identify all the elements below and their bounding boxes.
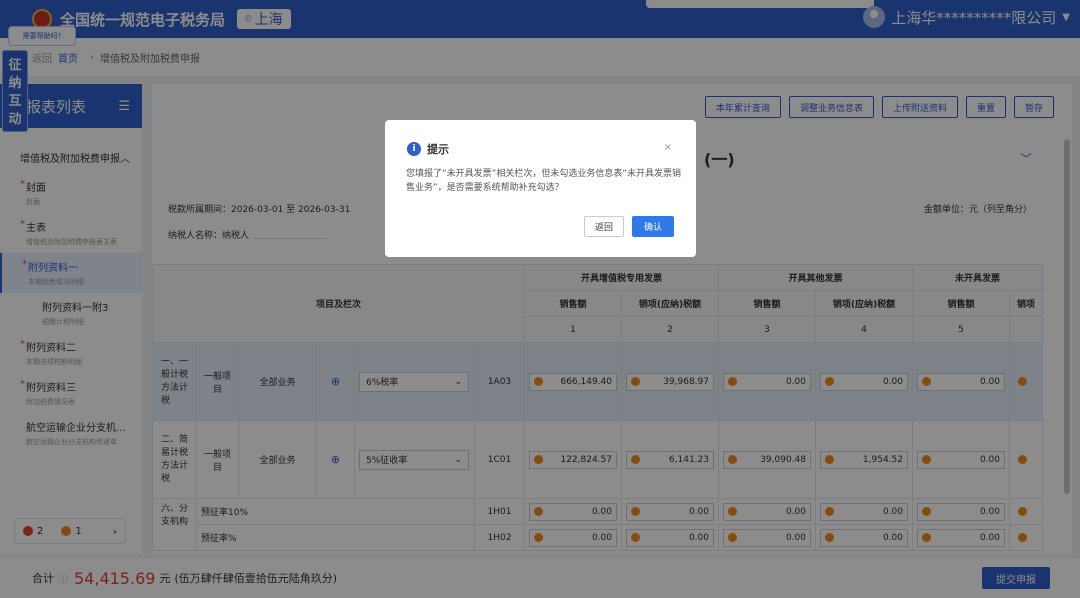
prompt-dialog: i 提示 × 您填报了“未开具发票”相关栏次，但未勾选业务信息表“未开具发票销售… [385, 120, 696, 257]
close-icon[interactable]: × [664, 142, 672, 153]
dialog-cancel-button[interactable]: 返回 [583, 216, 624, 237]
dialog-title: i 提示 [407, 141, 449, 157]
dialog-confirm-button[interactable]: 确认 [631, 216, 674, 237]
dialog-message: 您填报了“未开具发票”相关栏次，但未勾选业务信息表“未开具发票销售业务”，是否需… [406, 169, 681, 193]
dialog-title-text: 提示 [427, 143, 449, 156]
info-icon: i [407, 142, 421, 156]
dialog-buttons: 返回 确认 [583, 216, 674, 237]
modal-overlay[interactable] [0, 0, 1080, 598]
